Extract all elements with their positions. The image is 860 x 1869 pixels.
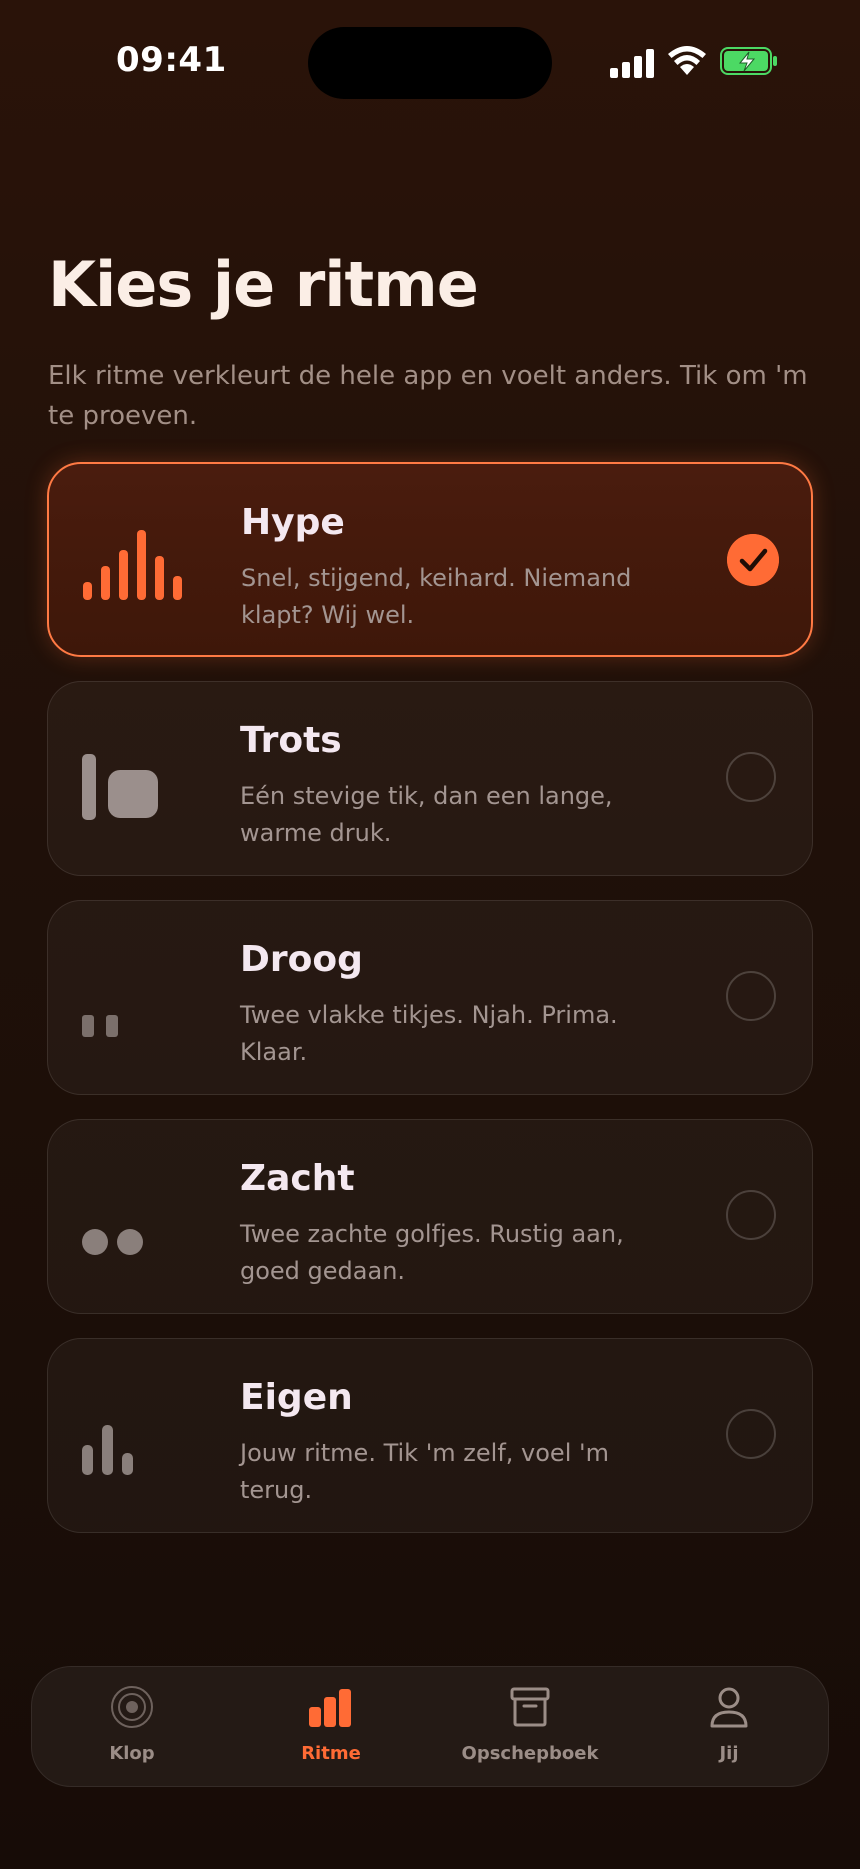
tab-opschepboek[interactable]: Opschepboek	[430, 1685, 630, 1775]
tab-bar: Klop Ritme Opschepboek Jij	[31, 1666, 829, 1787]
tap-hold-icon	[82, 754, 158, 820]
rhythm-option-hype[interactable]: Hype Snel, stijgend, keihard. Niemand kl…	[47, 462, 813, 657]
person-icon	[710, 1687, 748, 1728]
option-description: Twee zachte golfjes. Rustig aan, goed ge…	[240, 1220, 624, 1285]
dynamic-island	[308, 27, 552, 99]
page-subtitle: Elk ritme verkleurt de hele app en voelt…	[48, 361, 808, 431]
option-description: Snel, stijgend, keihard. Niemand klapt? …	[241, 564, 632, 629]
tab-label: Klop	[109, 1743, 155, 1764]
radio-unselected[interactable]	[726, 752, 776, 802]
status-time: 09:41	[116, 40, 227, 80]
custom-bars-icon	[82, 1425, 133, 1475]
option-name: Droog	[240, 939, 363, 980]
option-description: Eén stevige tik, dan een lange, warme dr…	[240, 782, 613, 847]
two-dots-icon	[82, 1229, 143, 1255]
tab-label: Jij	[719, 1743, 739, 1764]
rhythm-option-eigen[interactable]: Eigen Jouw ritme. Tik 'm zelf, voel 'm t…	[47, 1338, 813, 1533]
tab-klop[interactable]: Klop	[32, 1685, 232, 1775]
rhythm-option-zacht[interactable]: Zacht Twee zachte golfjes. Rustig aan, g…	[47, 1119, 813, 1314]
two-ticks-icon	[82, 1015, 118, 1037]
radio-unselected[interactable]	[726, 1409, 776, 1459]
tab-jij[interactable]: Jij	[629, 1685, 829, 1775]
tab-label: Ritme	[301, 1743, 361, 1764]
wifi-icon	[668, 46, 706, 75]
tab-label: Opschepboek	[461, 1743, 599, 1764]
option-description: Twee vlakke tikjes. Njah. Prima. Klaar.	[240, 1001, 618, 1066]
cellular-signal-icon	[610, 48, 654, 78]
option-name: Trots	[240, 720, 342, 761]
rising-bars-icon	[83, 530, 182, 600]
pulse-icon	[111, 1686, 153, 1728]
archive-icon	[510, 1687, 550, 1727]
radio-unselected[interactable]	[726, 971, 776, 1021]
page-title: Kies je ritme	[48, 248, 479, 321]
rhythm-option-trots[interactable]: Trots Eén stevige tik, dan een lange, wa…	[47, 681, 813, 876]
tab-ritme[interactable]: Ritme	[231, 1685, 431, 1775]
option-description: Jouw ritme. Tik 'm zelf, voel 'm terug.	[240, 1439, 609, 1504]
option-name: Zacht	[240, 1158, 355, 1199]
radio-unselected[interactable]	[726, 1190, 776, 1240]
option-name: Hype	[241, 502, 345, 543]
option-name: Eigen	[240, 1377, 353, 1418]
status-bar: 09:41	[0, 0, 860, 120]
checkmark-icon	[727, 534, 779, 586]
battery-charging-icon	[720, 47, 777, 75]
bars-icon	[309, 1689, 351, 1727]
rhythm-option-droog[interactable]: Droog Twee vlakke tikjes. Njah. Prima. K…	[47, 900, 813, 1095]
